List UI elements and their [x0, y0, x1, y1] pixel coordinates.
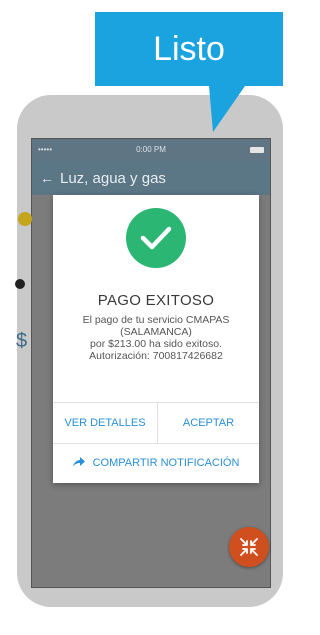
payment-success-dialog: PAGO EXITOSO El pago de tu servicio CMAP… [53, 195, 259, 483]
bullet-icon [15, 279, 25, 289]
amount-glyph: $ [16, 330, 28, 352]
page-title: Luz, agua y gas [60, 169, 166, 187]
share-arrow-icon [72, 456, 85, 470]
share-label: COMPARTIR NOTIFICACIÓN [92, 457, 240, 469]
message-line: Autorización: 700817426682 [89, 350, 223, 362]
dialog-message: El pago de tu servicio CMAPAS (SALAMANCA… [63, 314, 249, 362]
message-line: (SALAMANCA) [120, 326, 192, 338]
dialog-title: PAGO EXITOSO [97, 292, 215, 309]
callout-banner: Listo [95, 12, 283, 86]
message-line: El pago de tu servicio CMAPAS [82, 314, 230, 326]
callout-label: Listo [153, 30, 225, 68]
status-bar: ••••• 0:00 PM [32, 139, 270, 161]
accept-button[interactable]: ACEPTAR [158, 403, 259, 443]
view-details-button[interactable]: VER DETALLES [53, 403, 157, 443]
arrow-left-icon[interactable]: ← [40, 170, 54, 186]
service-coin-icon [18, 212, 32, 226]
collapse-fab-button[interactable] [229, 527, 269, 567]
status-time: 0:00 PM [136, 145, 166, 154]
share-notification-button[interactable]: COMPARTIR NOTIFICACIÓN [53, 444, 259, 482]
nav-bar: ← Luz, agua y gas [32, 161, 270, 195]
message-line: por $213.00 ha sido exitoso. [90, 338, 222, 350]
battery-icon [250, 147, 264, 153]
success-check-icon [126, 208, 186, 268]
callout-pointer [209, 86, 245, 132]
